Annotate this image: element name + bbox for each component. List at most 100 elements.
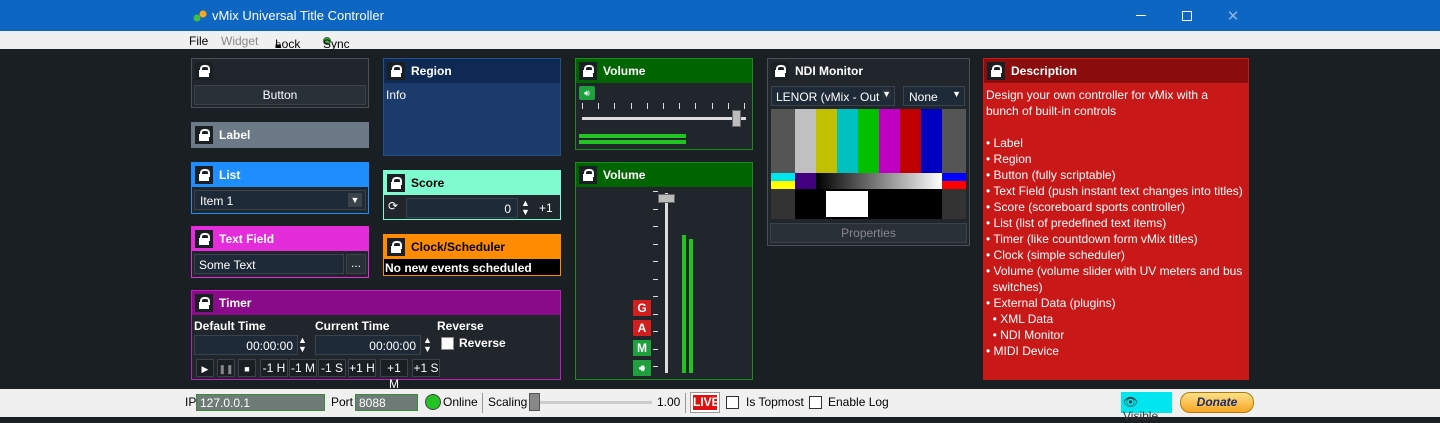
topmost-checkbox[interactable] <box>726 396 739 409</box>
lock-icon[interactable] <box>387 62 405 80</box>
text-field-browse-button[interactable]: ... <box>346 254 366 274</box>
ndi-bar <box>921 109 942 173</box>
text-field-input[interactable]: Some Text <box>194 254 344 274</box>
ndi-source-dropdown[interactable]: LENOR (vMix - Out ▼ <box>771 86 895 106</box>
chevron-down-icon: ▼ <box>952 89 961 99</box>
list-widget-header: List <box>192 163 368 187</box>
volume-h-thumb[interactable] <box>732 110 742 127</box>
ndi-widget: NDI Monitor LENOR (vMix - Out ▼ None ▼ Pro… <box>767 58 970 246</box>
score-widget-header: Score <box>384 171 560 195</box>
play-button[interactable]: ▶ <box>196 359 214 377</box>
button-widget-header <box>192 59 368 83</box>
tick <box>653 331 658 332</box>
lock-icon[interactable] <box>195 166 213 184</box>
timer-adjust-button[interactable]: +1 M <box>380 359 408 391</box>
tick <box>663 103 664 109</box>
volume-v-meter-right <box>689 239 693 373</box>
score-spinner[interactable]: ▲ ▼ <box>521 199 530 217</box>
timer-adjust-button[interactable]: +1 S <box>412 359 440 377</box>
lock-icon[interactable] <box>579 62 597 80</box>
volume-v-thumb[interactable] <box>658 194 675 204</box>
bus-m-button[interactable]: M <box>633 340 651 356</box>
timer-adjust-button[interactable]: -1 M <box>289 359 317 377</box>
lock-icon[interactable] <box>579 166 597 184</box>
volume-h-meter-left <box>579 134 686 138</box>
minimize-icon <box>1136 15 1146 16</box>
description-line: • Text Field (push instant text changes … <box>986 184 1243 198</box>
bus-a-button[interactable]: A <box>633 320 651 336</box>
ndi-bar <box>942 189 966 219</box>
description-line: • Volume (volume slider with UV meters a… <box>986 264 1243 278</box>
close-button[interactable]: ✕ <box>1210 0 1256 31</box>
stop-button[interactable]: ■ <box>238 359 256 377</box>
speaker-icon[interactable]: 🔊︎ <box>579 86 595 100</box>
reset-icon[interactable]: ⟳ <box>388 199 398 213</box>
live-button[interactable]: LIVE <box>690 392 720 413</box>
default-time-input[interactable]: 00:00:00 <box>194 335 298 355</box>
timer-adjust-button[interactable]: +1 H <box>348 359 376 377</box>
menu-file[interactable]: File <box>189 34 208 48</box>
timer-widget: Timer Default Time Current Time Reverse … <box>191 290 561 391</box>
button-widget: Button <box>191 58 369 108</box>
lock-icon[interactable] <box>387 238 405 256</box>
ndi-bar <box>795 173 816 189</box>
score-plus-button[interactable]: +1 <box>539 201 553 215</box>
chevron-down-icon: ▼ <box>348 193 362 207</box>
lock-icon[interactable] <box>987 62 1005 80</box>
current-time-spinner[interactable]: ▲ ▼ <box>423 336 432 354</box>
default-time-label: Default Time <box>194 319 266 333</box>
lock-icon[interactable] <box>195 126 213 144</box>
volume-h-header: Volume <box>576 59 752 83</box>
tick <box>614 103 616 109</box>
volume-h-track <box>582 117 746 120</box>
description-line: • Region <box>986 152 1032 166</box>
description-header: Description <box>984 59 1248 83</box>
menu-bar: File Widget 🔒︎ Lock Sync <box>0 31 1440 51</box>
tick <box>653 348 658 350</box>
eye-icon: 👁︎ <box>1123 395 1139 409</box>
description-line: Design your own controller for vMix with… <box>986 88 1209 102</box>
description-line: • Button (fully scriptable) <box>986 168 1116 182</box>
speaker-icon[interactable]: 🔊︎ <box>633 360 651 376</box>
online-label: Online <box>443 395 478 409</box>
lock-icon[interactable] <box>771 62 789 80</box>
description-line: • List (list of predefined text items) <box>986 216 1167 230</box>
current-time-input[interactable]: 00:00:00 <box>315 335 421 355</box>
textfield-widget-header: Text Field <box>192 227 368 251</box>
maximize-icon <box>1182 10 1192 21</box>
port-input[interactable]: 8088 <box>355 394 418 411</box>
tick <box>653 261 658 262</box>
enable-log-checkbox[interactable] <box>809 396 822 409</box>
timer-adjust-button[interactable]: -1 H <box>260 359 288 377</box>
reverse-checkbox[interactable] <box>441 337 454 350</box>
menu-widget[interactable]: Widget <box>221 34 258 48</box>
visible-button[interactable]: 👁︎Visible <box>1121 392 1172 423</box>
tick <box>653 278 658 280</box>
clock-widget-header: Clock/Scheduler <box>384 235 560 259</box>
lock-icon[interactable] <box>387 174 405 192</box>
scaling-slider-thumb[interactable] <box>529 393 540 411</box>
score-input[interactable]: 0 <box>406 198 518 218</box>
topmost-label: Is Topmost <box>746 395 804 409</box>
chevron-down-icon: ▼ <box>882 89 891 99</box>
timer-adjust-button[interactable]: -1 S <box>318 359 346 377</box>
bus-g-button[interactable]: G <box>633 300 651 316</box>
lock-icon[interactable] <box>195 62 213 80</box>
tick <box>646 103 648 109</box>
ndi-properties-button[interactable]: Properties <box>770 223 967 243</box>
button-widget-button[interactable]: Button <box>194 85 366 105</box>
minimize-button[interactable] <box>1118 0 1164 31</box>
lock-icon[interactable] <box>195 294 213 312</box>
donate-button[interactable]: Donate <box>1180 392 1254 413</box>
maximize-button[interactable] <box>1164 0 1210 31</box>
port-label: Port <box>331 395 354 409</box>
pause-button[interactable]: ❚❚ <box>217 359 235 377</box>
list-dropdown[interactable]: Item 1 ▼ <box>194 190 366 210</box>
ndi-audio-dropdown[interactable]: None ▼ <box>903 86 965 106</box>
description-line: switches) <box>986 280 1043 294</box>
default-time-spinner[interactable]: ▲ ▼ <box>298 336 307 354</box>
description-line: • External Data (plugins) <box>986 296 1116 310</box>
lock-icon[interactable] <box>195 230 213 248</box>
ip-input[interactable]: 127.0.0.1 <box>196 394 325 411</box>
ndi-bar <box>942 173 966 181</box>
